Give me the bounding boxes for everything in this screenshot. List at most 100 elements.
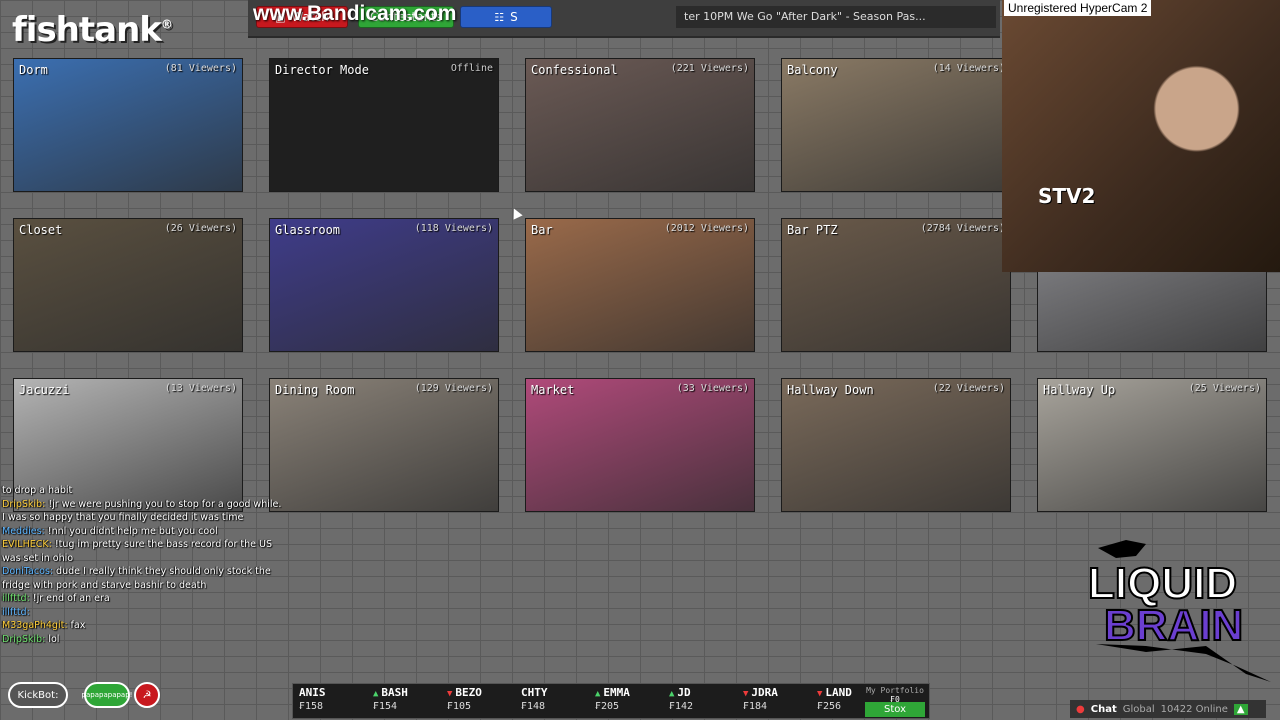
chat-text: !jr end of an era — [29, 593, 110, 604]
camera-tile[interactable]: Closet (26 Viewers) — [13, 218, 243, 352]
chat-username[interactable]: illfttd: — [2, 593, 30, 604]
chat-bubble-icon: ● — [1076, 703, 1085, 715]
store-label: S — [510, 10, 518, 24]
viewer-count: (26 Viewers) — [164, 223, 237, 234]
offline-status: Offline — [450, 63, 493, 74]
stock-price: ₣158 — [299, 701, 324, 712]
camera-tile[interactable]: Bar PTZ (2784 Viewers) — [781, 218, 1011, 352]
camera-tile[interactable]: Hallway Down (22 Viewers) — [781, 378, 1011, 512]
announcement-ticker: ter 10PM We Go "After Dark" - Season Pas… — [676, 6, 996, 28]
chat-message: DoniTacos: dude I really think they shou… — [2, 565, 322, 579]
stock-code: BASH — [381, 686, 408, 699]
emote-button[interactable]: ☭ — [134, 682, 160, 708]
chat-label: Chat — [1090, 703, 1117, 715]
chat-bar[interactable]: ● Chat Global 10422 Online ▲ — [1070, 700, 1266, 718]
chat-username[interactable]: DripSkib: — [2, 499, 45, 510]
viewer-count: (14 Viewers) — [932, 63, 1005, 74]
stock-item[interactable]: ▼ JDRA ₣184 — [743, 686, 813, 712]
camera-tile[interactable]: Confessional (221 Viewers) — [525, 58, 755, 192]
chat-username[interactable]: illfttd: — [2, 607, 30, 618]
chat-text: fridge with pork and starve bashir to de… — [2, 579, 207, 591]
chat-text: I was so happy that you finally decided … — [2, 512, 244, 523]
chat-username[interactable]: Meddies: — [2, 526, 45, 537]
camera-tile[interactable]: Glassroom (118 Viewers) — [269, 218, 499, 352]
chat-message: was set in ohio — [2, 552, 322, 566]
camera-tile[interactable]: Market (33 Viewers) — [525, 378, 755, 512]
chat-username[interactable]: DoniTacos: — [2, 566, 53, 577]
store-button[interactable]: ☷ S — [460, 6, 552, 28]
camera-tile[interactable]: Dorm (81 Viewers) — [13, 58, 243, 192]
stock-price: ₣184 — [743, 701, 768, 712]
chat-text: fax — [67, 620, 86, 631]
stock-code: EMMA — [603, 686, 630, 699]
stock-item[interactable]: CHTY ₣148 — [521, 686, 591, 712]
chat-message: fridge with pork and starve bashir to de… — [2, 579, 322, 593]
brain-word: BRAIN — [1103, 601, 1244, 650]
chat-message: DripSkib: !jr we were pushing you to sto… — [2, 498, 322, 512]
chat-text: !tug im pretty sure the bass record for … — [51, 539, 272, 550]
camera-name: Market — [531, 383, 575, 397]
chat-text: !nnl you didnt help me but you cool — [44, 525, 218, 537]
hypercam-watermark: Unregistered HyperCam 2 — [1004, 0, 1152, 16]
viewer-count: (129 Viewers) — [414, 383, 493, 394]
stock-ticker-bar: ANIS ₣158 ▲ BASH ₣154 ▼ BEZO ₣105 CHTY ₣148 ▲ EMMA ₣… — [292, 683, 930, 719]
arrow-down-icon: ▼ — [817, 689, 823, 699]
camera-tile[interactable]: Hallway Up (25 Viewers) — [1037, 378, 1267, 512]
chat-username[interactable]: M33gaPh4git: — [2, 620, 68, 631]
chat-scope: Global — [1122, 703, 1155, 715]
arrow-down-icon: ▼ — [743, 689, 749, 699]
kickbot-label: KickBot: — [17, 689, 59, 701]
chat-message: illfttd: !jr end of an era — [2, 592, 322, 606]
viewer-count: (81 Viewers) — [164, 63, 237, 74]
viewer-count: (22 Viewers) — [932, 383, 1005, 394]
camera-name: Closet — [19, 223, 63, 237]
viewer-count: (221 Viewers) — [670, 63, 749, 74]
stock-price: ₣142 — [669, 701, 694, 712]
stock-code: BEZO — [455, 686, 482, 699]
papapa-chip[interactable]: papapapapap! — [82, 682, 132, 708]
camera-tile[interactable]: Balcony (14 Viewers) — [781, 58, 1011, 192]
chat-toggle-icon[interactable]: ▲ — [1233, 703, 1248, 715]
online-count: 10422 Online — [1160, 703, 1228, 715]
viewer-count: (2012 Viewers) — [664, 223, 749, 234]
mouse-cursor-icon — [509, 206, 523, 220]
registered-mark: ® — [160, 17, 173, 32]
stox-button[interactable]: Stox — [865, 702, 925, 717]
viewer-count: (33 Viewers) — [676, 383, 749, 394]
stock-code: ANIS — [299, 686, 326, 699]
viewer-count: (2784 Viewers) — [920, 223, 1005, 234]
emote-icon: ☭ — [142, 689, 152, 701]
camera-name: Dorm — [19, 63, 48, 77]
camera-name: Jacuzzi — [19, 383, 70, 397]
fishtank-logo[interactable]: fishtank® — [12, 10, 173, 50]
viewer-count: (118 Viewers) — [414, 223, 493, 234]
chat-text: to drop a habit — [2, 485, 73, 496]
camera-name: Bar PTZ — [787, 223, 838, 237]
stv-logo: STV2 — [1038, 184, 1096, 208]
stock-price: ₣205 — [595, 701, 620, 712]
camera-tile[interactable]: Bar (2012 Viewers) — [525, 218, 755, 352]
stock-item[interactable]: ▲ JD ₣142 — [669, 686, 739, 712]
camera-name: Bar — [531, 223, 553, 237]
chat-message: I was so happy that you finally decided … — [2, 511, 322, 525]
camera-name: Balcony — [787, 63, 838, 77]
stock-item[interactable]: ▲ BASH ₣154 — [373, 686, 443, 712]
chat-feed: to drop a habit DripSkib: !jr we were pus… — [2, 484, 322, 646]
arrow-up-icon: ▲ — [669, 689, 675, 699]
camera-name: Hallway Up — [1043, 383, 1116, 397]
stock-item[interactable]: ▲ EMMA ₣205 — [595, 686, 665, 712]
stock-price: ₣154 — [373, 701, 398, 712]
chat-text: was set in ohio — [2, 552, 74, 564]
chat-text: lol — [45, 633, 60, 645]
camera-name: Director Mode — [275, 63, 369, 77]
kickbot-chip[interactable]: KickBot: — [8, 682, 68, 708]
camera-tile[interactable]: Director Mode Offline — [269, 58, 499, 192]
stock-item[interactable]: ▼ BEZO ₣105 — [447, 686, 517, 712]
stock-item[interactable]: ANIS ₣158 — [299, 686, 369, 712]
stock-code: JD — [677, 686, 691, 699]
bandicam-watermark: www.Bandicam.com — [253, 2, 457, 25]
stox-label: Stox — [884, 704, 906, 715]
chat-username[interactable]: DripSkib: — [2, 634, 45, 645]
chat-username[interactable]: EVILHECK: — [2, 539, 52, 550]
stock-price: ₣148 — [521, 701, 546, 712]
